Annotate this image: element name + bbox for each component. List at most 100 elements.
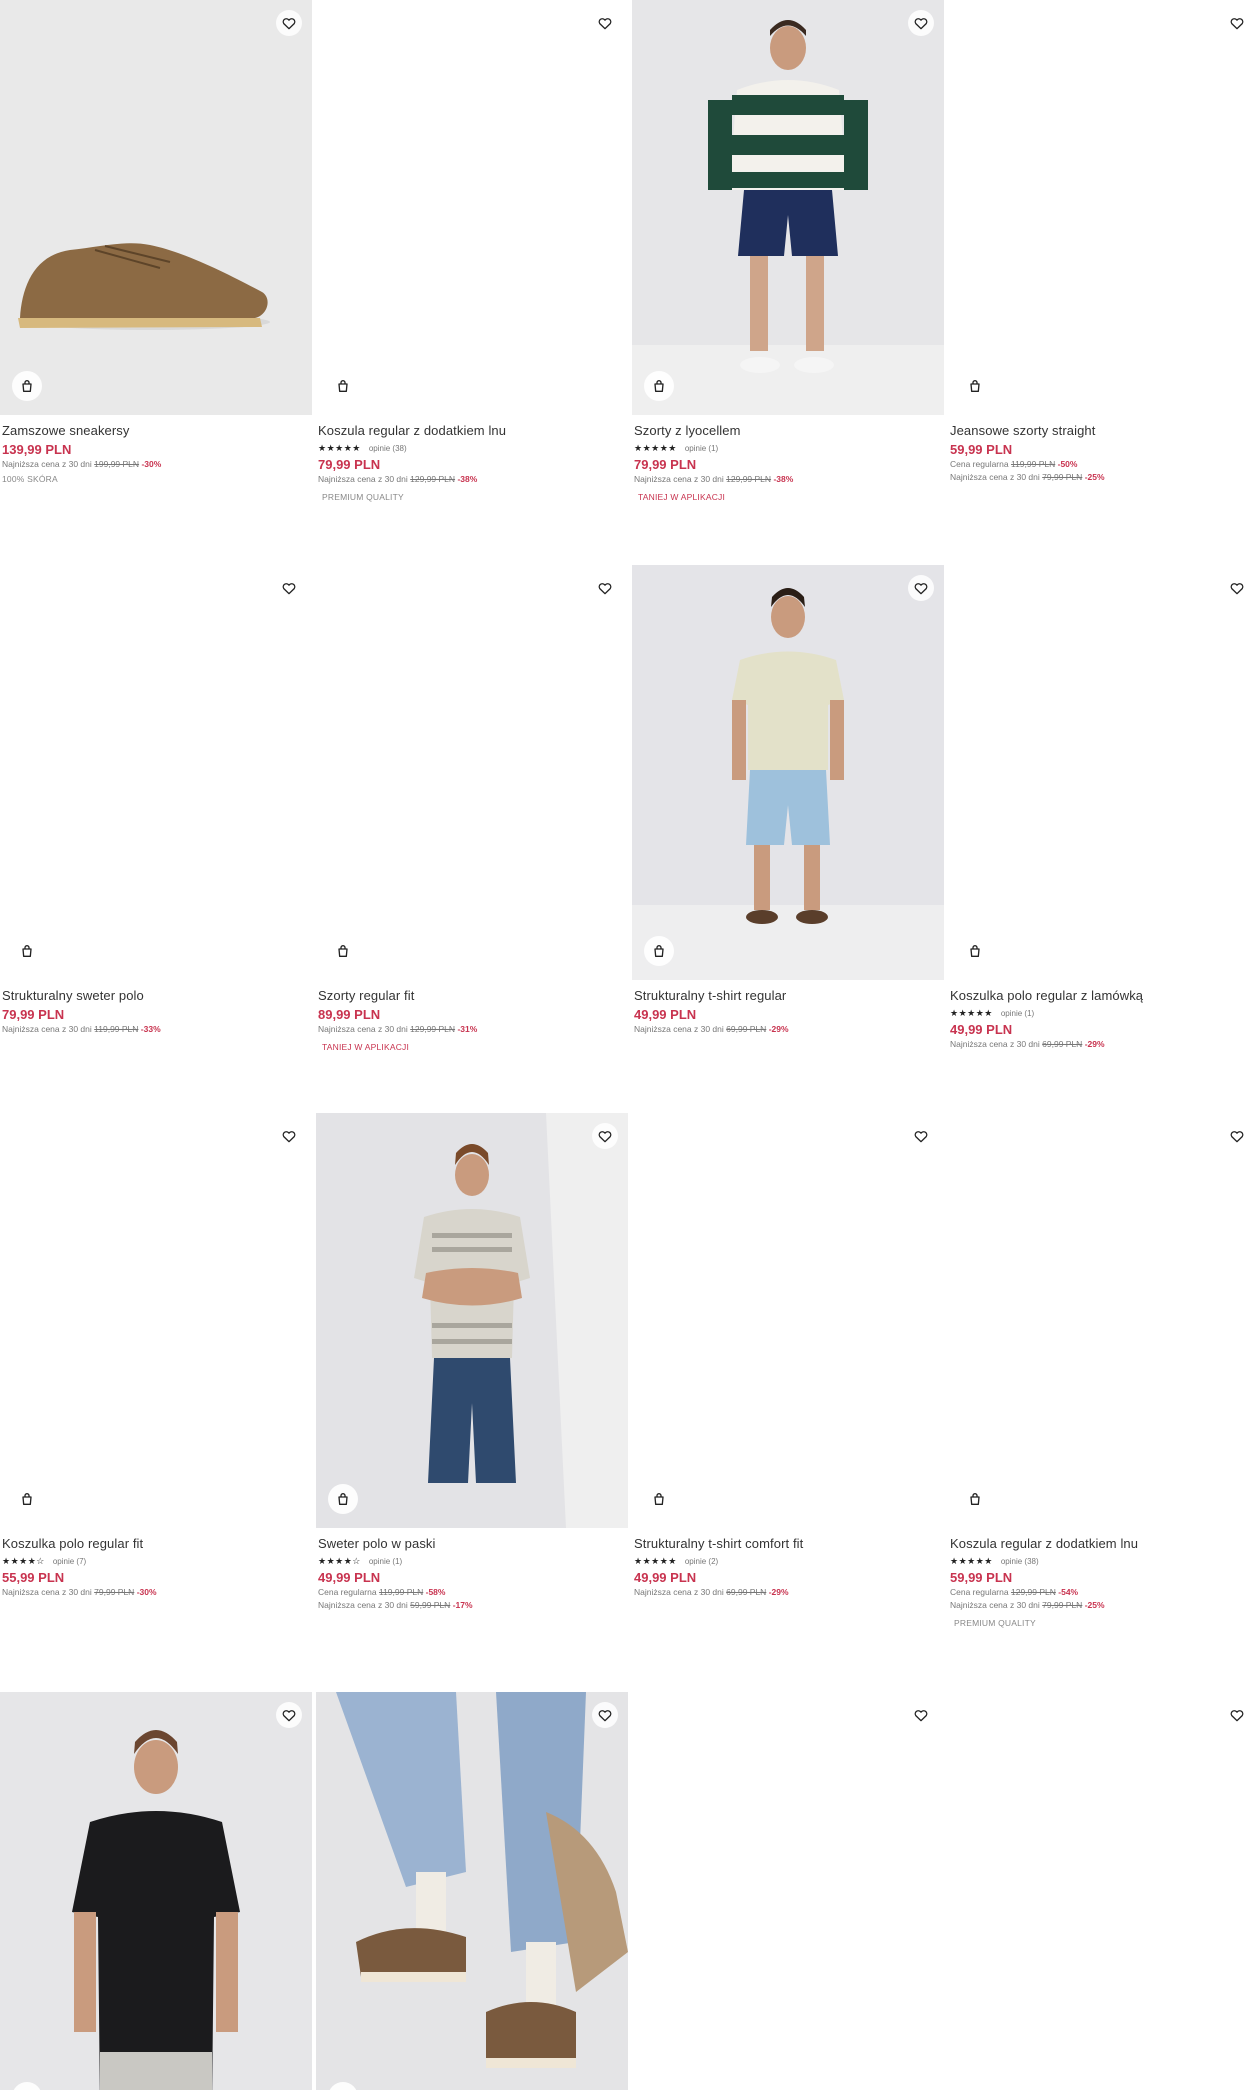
product-card[interactable]: Szorty z lyocellem ★★★★★ opinie (1) 79,99… <box>632 0 944 502</box>
product-image[interactable] <box>316 0 628 415</box>
product-image[interactable] <box>948 1113 1250 1528</box>
product-card[interactable]: Strukturalny t-shirt regular 49,99 PLN N… <box>632 565 944 1036</box>
product-title[interactable]: Zamszowe sneakersy <box>2 423 310 439</box>
product-title[interactable]: Strukturalny t-shirt regular <box>634 988 942 1004</box>
add-to-bag-button[interactable] <box>328 1484 358 1514</box>
product-image[interactable] <box>0 0 312 415</box>
product-rating[interactable]: ★★★★☆ opinie (7) <box>2 1555 310 1567</box>
add-to-bag-button[interactable] <box>960 371 990 401</box>
add-to-bag-button[interactable] <box>12 936 42 966</box>
favorite-button[interactable] <box>908 1702 934 1728</box>
heart-icon <box>597 1128 613 1144</box>
heart-icon <box>597 15 613 31</box>
product-price: 59,99 PLN <box>950 1570 1013 1585</box>
heart-icon <box>1229 580 1245 596</box>
model-tshirt-shorts-image <box>632 565 944 980</box>
heart-icon <box>1229 15 1245 31</box>
add-to-bag-button[interactable] <box>644 2082 674 2090</box>
add-to-bag-button[interactable] <box>644 371 674 401</box>
star-rating-icon: ★★★★★ <box>318 442 361 453</box>
product-image[interactable] <box>316 565 628 980</box>
favorite-button[interactable] <box>908 575 934 601</box>
product-image[interactable] <box>948 565 1250 980</box>
product-image[interactable] <box>0 1113 312 1528</box>
product-image[interactable] <box>0 565 312 980</box>
add-to-bag-button[interactable] <box>328 371 358 401</box>
favorite-button[interactable] <box>276 575 302 601</box>
add-to-bag-button[interactable] <box>960 936 990 966</box>
product-card[interactable]: Szorty regular fit 89,99 PLN Najniższa c… <box>316 565 628 1052</box>
product-title[interactable]: Koszulka polo regular fit <box>2 1536 310 1552</box>
favorite-button[interactable] <box>276 1702 302 1728</box>
promo-tag: TANIEJ W APLIKACJI <box>638 492 726 502</box>
favorite-button[interactable] <box>908 1123 934 1149</box>
favorite-button[interactable] <box>1224 1702 1250 1728</box>
product-title[interactable]: Sweter polo w paski <box>318 1536 626 1552</box>
favorite-button[interactable] <box>1224 575 1250 601</box>
product-title[interactable]: Strukturalny sweter polo <box>2 988 310 1004</box>
favorite-button[interactable] <box>1224 10 1250 36</box>
product-card[interactable]: Zamszowe sneakersy 139,99 PLN Najniższa … <box>0 0 312 484</box>
product-price: 59,99 PLN <box>950 442 1013 457</box>
favorite-button[interactable] <box>276 1123 302 1149</box>
product-card[interactable]: Koszulka polo regular fit ★★★★☆ opinie (7… <box>0 1113 312 1599</box>
favorite-button[interactable] <box>592 1702 618 1728</box>
product-image[interactable] <box>948 0 1250 415</box>
product-title[interactable]: Szorty regular fit <box>318 988 626 1004</box>
add-to-bag-button[interactable] <box>960 2082 990 2090</box>
product-rating[interactable]: ★★★★★ opinie (1) <box>950 1007 1250 1019</box>
product-image[interactable] <box>948 1692 1250 2090</box>
product-card[interactable] <box>0 1692 312 2090</box>
favorite-button[interactable] <box>276 10 302 36</box>
regular-price-line: Cena regularna 129,99 PLN -54% <box>950 1587 1079 1597</box>
product-card[interactable]: Koszulka polo regular z lamówką ★★★★★ opi… <box>948 565 1250 1051</box>
shopping-bag-icon <box>335 378 351 394</box>
promo-tag: TANIEJ W APLIKACJI <box>322 1042 410 1052</box>
product-card[interactable]: Koszula regular z dodatkiem lnu ★★★★★ opi… <box>316 0 628 502</box>
product-card[interactable]: Koszula regular z dodatkiem lnu ★★★★★ opi… <box>948 1113 1250 1628</box>
product-card[interactable]: Strukturalny sweter polo 79,99 PLN Najni… <box>0 565 312 1036</box>
product-price: 79,99 PLN <box>634 457 697 472</box>
product-image[interactable] <box>316 1692 628 2090</box>
add-to-bag-button[interactable] <box>644 1484 674 1514</box>
product-title[interactable]: Strukturalny t-shirt comfort fit <box>634 1536 942 1552</box>
add-to-bag-button[interactable] <box>644 936 674 966</box>
product-title[interactable]: Koszula regular z dodatkiem lnu <box>318 423 626 439</box>
add-to-bag-button[interactable] <box>328 936 358 966</box>
product-price: 49,99 PLN <box>318 1570 381 1585</box>
favorite-button[interactable] <box>592 10 618 36</box>
product-rating[interactable]: ★★★★☆ opinie (1) <box>318 1555 626 1567</box>
favorite-button[interactable] <box>1224 1123 1250 1149</box>
add-to-bag-button[interactable] <box>12 371 42 401</box>
heart-icon <box>913 15 929 31</box>
product-image[interactable] <box>316 1113 628 1528</box>
product-title[interactable]: Koszula regular z dodatkiem lnu <box>950 1536 1250 1552</box>
favorite-button[interactable] <box>908 10 934 36</box>
product-card[interactable]: Sweter polo w paski ★★★★☆ opinie (1) 49,9… <box>316 1113 628 1612</box>
add-to-bag-button[interactable] <box>960 1484 990 1514</box>
product-image[interactable] <box>0 1692 312 2090</box>
product-image[interactable] <box>632 565 944 980</box>
heart-icon <box>913 1707 929 1723</box>
favorite-button[interactable] <box>592 575 618 601</box>
product-rating[interactable]: ★★★★★ opinie (38) <box>318 442 626 454</box>
product-title[interactable]: Koszulka polo regular z lamówką <box>950 988 1250 1004</box>
product-rating[interactable]: ★★★★★ opinie (2) <box>634 1555 942 1567</box>
product-image[interactable] <box>632 0 944 415</box>
product-card[interactable] <box>316 1692 628 2090</box>
favorite-button[interactable] <box>592 1123 618 1149</box>
product-rating[interactable]: ★★★★★ opinie (38) <box>950 1555 1250 1567</box>
product-price: 55,99 PLN <box>2 1570 65 1585</box>
product-card[interactable]: Jeansowe szorty straight 59,99 PLN Cena … <box>948 0 1250 484</box>
product-image[interactable] <box>632 1692 944 2090</box>
product-title[interactable]: Szorty z lyocellem <box>634 423 942 439</box>
add-to-bag-button[interactable] <box>12 1484 42 1514</box>
product-title[interactable]: Jeansowe szorty straight <box>950 423 1250 439</box>
product-card[interactable]: Strukturalny t-shirt comfort fit ★★★★★ op… <box>632 1113 944 1599</box>
product-image[interactable] <box>632 1113 944 1528</box>
heart-icon <box>1229 1707 1245 1723</box>
product-card[interactable] <box>948 1692 1250 2090</box>
shopping-bag-icon <box>335 1491 351 1507</box>
product-rating[interactable]: ★★★★★ opinie (1) <box>634 442 942 454</box>
product-card[interactable] <box>632 1692 944 2090</box>
